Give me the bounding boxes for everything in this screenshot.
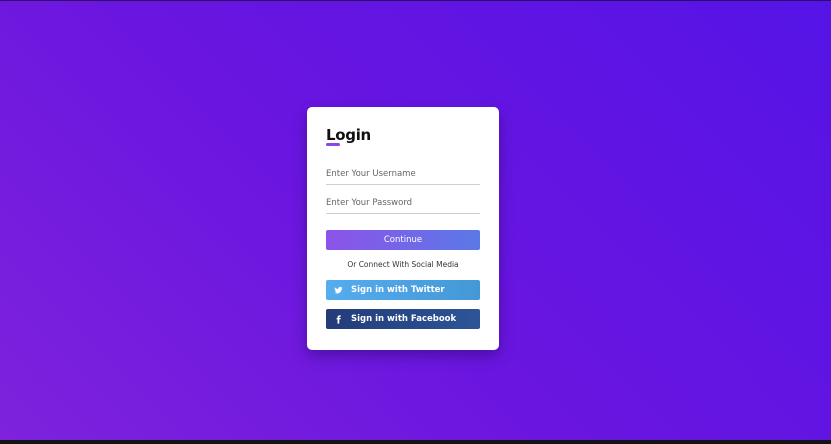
twitter-icon <box>334 286 343 295</box>
title-underline <box>326 143 340 146</box>
social-media-caption: Or Connect With Social Media <box>347 260 459 269</box>
username-input[interactable] <box>326 164 480 185</box>
continue-button[interactable]: Continue <box>326 230 480 250</box>
twitter-signin-label: Sign in with Twitter <box>351 285 445 295</box>
facebook-icon <box>334 314 343 324</box>
password-input[interactable] <box>326 193 480 214</box>
facebook-signin-label: Sign in with Facebook <box>351 314 457 324</box>
login-card: Login Continue Or Connect With Social Me… <box>307 107 499 350</box>
bottom-edge-bar <box>0 440 831 444</box>
twitter-signin-button[interactable]: Sign in with Twitter <box>326 280 480 300</box>
facebook-signin-button[interactable]: Sign in with Facebook <box>326 309 480 329</box>
login-title: Login <box>326 126 371 144</box>
